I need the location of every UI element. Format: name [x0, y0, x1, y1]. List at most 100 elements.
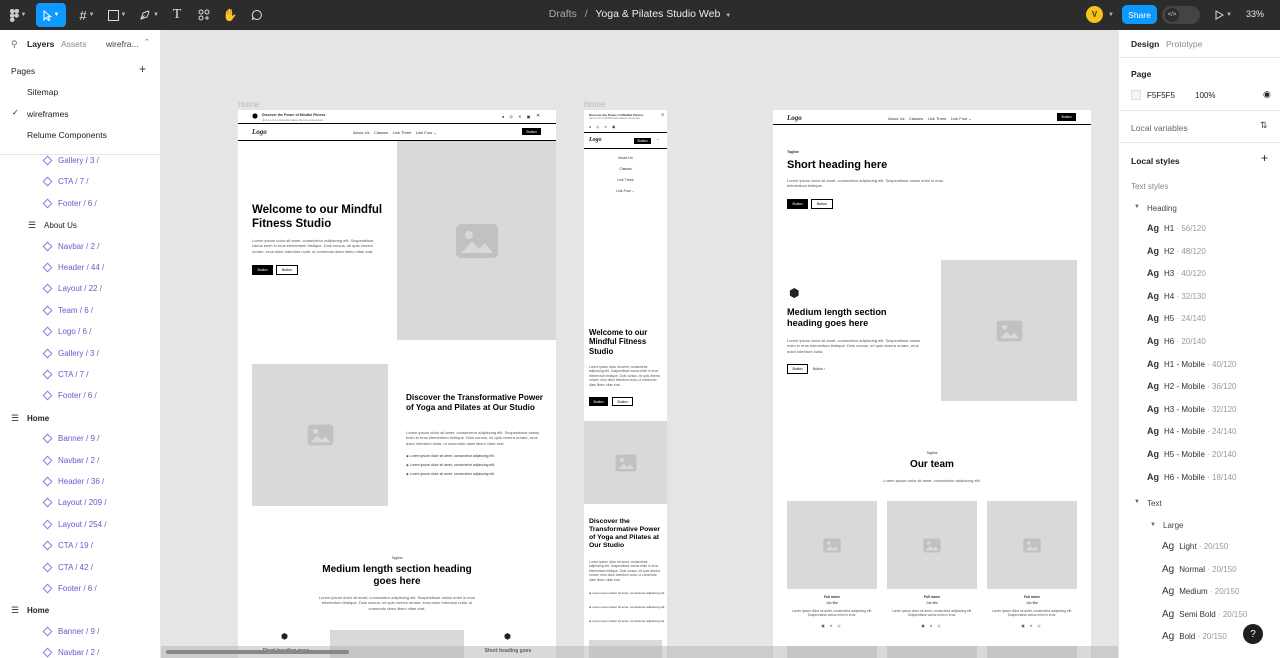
about-link-button[interactable]: Button › [813, 367, 825, 371]
large-group[interactable]: Large [1163, 521, 1183, 530]
horizontal-scrollbar[interactable] [161, 646, 1118, 658]
mobile-primary-button[interactable]: Button [589, 397, 608, 406]
mobile-nav-item[interactable]: Link Four ⌄ [584, 189, 667, 193]
page-wireframes[interactable]: wireframes [27, 109, 69, 119]
hero-secondary-button[interactable]: Button [276, 265, 298, 275]
caret-down-icon[interactable]: ▼ [1150, 522, 1156, 528]
layer-item[interactable]: Layout / 254 / [42, 519, 106, 530]
logo[interactable]: Logo [252, 128, 267, 136]
mobile-logo[interactable]: Logo [589, 137, 602, 143]
mobile-nav-item[interactable]: Classes [584, 167, 667, 171]
text-style-item[interactable]: Ag Bold · 20/150 [1162, 631, 1227, 642]
dev-mode-toggle[interactable]: </> [1162, 6, 1200, 24]
layer-item[interactable]: CTA / 7 / [42, 176, 89, 187]
about-primary-button[interactable]: Button [787, 199, 808, 209]
social-icons[interactable]: ● ◎ ✕ ▣ [589, 125, 617, 129]
about-nav-links[interactable]: About Us Classes Link Three Link Four ⌄ [888, 116, 972, 121]
caret-down-icon[interactable]: ▼ [1134, 204, 1140, 210]
page-color-value[interactable]: F5F5F5 [1147, 91, 1175, 100]
text-style-item[interactable]: Ag H1 - Mobile · 40/120 [1147, 359, 1236, 369]
page-opacity-value[interactable]: 100% [1195, 91, 1215, 100]
file-name[interactable]: Yoga & Pilates Studio Web [595, 8, 720, 20]
layer-item[interactable]: Team / 6 / [42, 305, 93, 316]
layer-item[interactable]: Header / 36 / [42, 476, 104, 487]
add-style-icon[interactable]: + [1261, 151, 1268, 165]
tab-prototype[interactable]: Prototype [1166, 39, 1202, 49]
mobile-nav-button[interactable]: Button [634, 138, 651, 144]
page-relume-components[interactable]: Relume Components [27, 130, 107, 140]
hero-primary-button[interactable]: Button [252, 265, 273, 275]
text-style-item[interactable]: Ag H5 · 24/140 [1147, 313, 1206, 323]
present-button[interactable]: ▼ [1212, 3, 1234, 27]
social-icons[interactable]: ● ◎ ✕ ▣ [502, 114, 532, 119]
layer-item[interactable]: CTA / 42 / [42, 562, 93, 573]
layer-item[interactable]: ☰ Home [11, 412, 50, 424]
layer-item[interactable]: Layout / 22 / [42, 283, 102, 294]
close-icon[interactable]: ✕ [536, 113, 540, 119]
caret-down-icon[interactable]: ▼ [1134, 499, 1140, 505]
text-style-item[interactable]: Ag H5 - Mobile · 20/140 [1147, 449, 1236, 459]
layer-item[interactable]: Logo / 6 / [42, 326, 91, 337]
search-icon[interactable]: ⚲ [11, 39, 18, 50]
text-style-item[interactable]: Ag Semi Bold · 20/150 [1162, 609, 1247, 620]
text-style-item[interactable]: Ag H3 - Mobile · 32/120 [1147, 404, 1236, 414]
text-style-item[interactable]: Ag H4 · 32/130 [1147, 291, 1206, 301]
team-member-socials[interactable]: ▣ ✕ ◎ [787, 624, 877, 628]
layer-item[interactable]: Layout / 209 / [42, 497, 106, 508]
mobile-nav-item[interactable]: Link Three [584, 178, 667, 182]
avatar[interactable]: V [1086, 6, 1103, 23]
layer-item[interactable]: Banner / 9 / [42, 433, 99, 444]
about-section-button[interactable]: Button [787, 364, 808, 374]
home-mobile-frame[interactable]: Discover the Power of Mindful Fitness Jo… [584, 110, 667, 658]
about-logo[interactable]: Logo [787, 114, 802, 122]
avatar-chevron-icon[interactable]: ▼ [1108, 12, 1114, 18]
layer-item[interactable]: Header / 44 / [42, 262, 104, 273]
layer-item[interactable]: Banner / 9 / [42, 626, 99, 637]
chevron-up-icon[interactable]: ⌃ [656, 138, 659, 143]
heading-group[interactable]: Heading [1147, 204, 1177, 213]
text-style-item[interactable]: Ag H6 · 20/140 [1147, 336, 1206, 346]
chevron-up-icon[interactable]: ⌃ [144, 38, 150, 46]
about-secondary-button[interactable]: Button [811, 199, 833, 209]
layer-item[interactable]: ☰ Home [11, 605, 50, 617]
tab-assets[interactable]: Assets [61, 39, 87, 49]
scrollbar-thumb[interactable] [166, 650, 349, 654]
breadcrumb-drafts[interactable]: Drafts [549, 8, 577, 20]
canvas[interactable]: Home Home Discover the Power of Mindful … [161, 30, 1118, 658]
about-desktop-frame[interactable]: Logo About Us Classes Link Three Link Fo… [773, 110, 1091, 658]
tab-design[interactable]: Design [1131, 39, 1159, 49]
frame-label-home-desktop[interactable]: Home [238, 100, 259, 109]
tab-layers[interactable]: Layers [27, 39, 54, 49]
add-page-icon[interactable]: + [139, 62, 146, 76]
layer-item[interactable]: CTA / 7 / [42, 369, 89, 380]
variables-icon[interactable]: ⇅ [1260, 120, 1268, 131]
team-member-socials[interactable]: ▣ ✕ ◎ [987, 624, 1077, 628]
team-member-socials[interactable]: ▣ ✕ ◎ [887, 624, 977, 628]
text-style-item[interactable]: Ag Normal · 20/150 [1162, 564, 1237, 575]
about-nav-button[interactable]: Button [1057, 113, 1076, 121]
eye-icon[interactable]: ◉ [1263, 89, 1271, 100]
zoom-level[interactable]: 33% [1246, 9, 1264, 19]
home-desktop-frame[interactable]: Discover the Power of Mindful Fitness Jo… [238, 110, 556, 658]
help-button[interactable]: ? [1243, 624, 1263, 644]
share-button[interactable]: Share [1122, 5, 1157, 24]
layer-item[interactable]: Footer / 6 / [42, 390, 97, 401]
text-style-item[interactable]: Ag H1 · 56/120 [1147, 223, 1206, 233]
chevron-down-icon[interactable]: ▼ [725, 13, 731, 19]
page-color-swatch[interactable] [1131, 90, 1141, 100]
mobile-secondary-button[interactable]: Button [612, 397, 633, 406]
layer-item[interactable]: Gallery / 3 / [42, 348, 99, 359]
text-group[interactable]: Text [1147, 499, 1162, 508]
frame-label-home-mobile[interactable]: Home [584, 100, 605, 109]
layer-item[interactable]: Navbar / 2 / [42, 241, 99, 252]
text-style-item[interactable]: Ag H2 - Mobile · 36/120 [1147, 381, 1236, 391]
close-icon[interactable]: ✕ [661, 112, 664, 117]
local-variables-label[interactable]: Local variables [1131, 123, 1188, 133]
layer-item[interactable]: Footer / 6 / [42, 198, 97, 209]
nav-button[interactable]: Button [522, 128, 541, 135]
layer-item[interactable]: ☰ About Us [28, 220, 77, 232]
text-style-item[interactable]: Ag H3 · 40/120 [1147, 268, 1206, 278]
text-style-item[interactable]: Ag H6 - Mobile · 18/140 [1147, 472, 1236, 482]
text-style-item[interactable]: Ag H4 - Mobile · 24/140 [1147, 426, 1236, 436]
text-style-item[interactable]: Ag Light · 20/150 [1162, 541, 1228, 552]
